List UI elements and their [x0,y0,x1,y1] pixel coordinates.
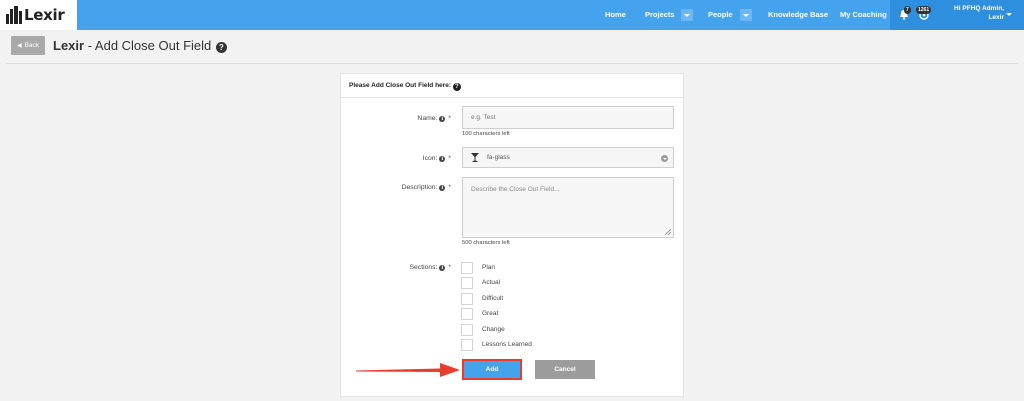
icon-label-text: Icon: [422,155,438,162]
nav-my-coaching[interactable]: My Coaching [840,0,887,30]
back-button-label: Back [24,42,40,49]
top-navbar: Lexir Home Projects People Knowledge Bas… [0,0,1024,30]
nav-home[interactable]: Home [605,0,626,30]
section-checkbox[interactable] [461,339,473,351]
highlight-arrow-icon [356,363,460,377]
name-label-text: Name: [417,115,438,122]
user-nav-area: 7 1261 Hi PFHQ Admin, Lexir [890,0,1024,30]
logo-text: Lexir [24,6,65,24]
name-info-icon[interactable]: i [439,116,446,122]
description-placeholder: Describe the Close Out Field... [471,186,560,193]
section-option-label: Great [482,310,499,317]
user-greeting: Hi PFHQ Admin, [954,5,1004,12]
description-textarea[interactable]: Describe the Close Out Field... [462,177,674,238]
cancel-button[interactable]: Cancel [535,360,595,379]
user-menu-caret-icon[interactable] [1006,13,1012,16]
user-menu[interactable]: Hi PFHQ Admin, Lexir [954,4,1004,22]
section-checkbox[interactable] [461,277,473,289]
panel-help-icon[interactable]: ? [452,83,461,91]
chevron-left-icon: ◀ [16,43,22,49]
page-title-text: - Add Close Out Field [84,38,212,53]
messages-badge: 1261 [916,6,932,14]
section-checkbox[interactable] [461,262,473,274]
chevron-down-icon [661,155,668,162]
description-info-icon[interactable]: i [439,185,446,191]
resize-grip-icon[interactable] [665,229,671,235]
sections-label: Sections: i * [341,264,451,271]
add-button[interactable]: Add [462,359,522,380]
page-title: Lexir - Add Close Out Field ? [53,36,227,55]
description-label: Description: i * [341,184,451,191]
alerts-badge: 7 [904,6,911,14]
name-required-mark: * [448,115,451,122]
name-input[interactable] [462,106,674,129]
back-button[interactable]: ◀ Back [11,36,45,55]
description-required-mark: * [448,184,451,191]
logo[interactable]: Lexir [0,0,77,30]
section-checkbox[interactable] [461,324,473,336]
nav-knowledge-base[interactable]: Knowledge Base [768,0,828,30]
icon-select[interactable]: fa-glass [462,147,674,168]
panel-header: Please Add Close Out Field here: ? [341,74,683,98]
section-option-label: Change [482,326,505,333]
nav-people[interactable]: People [708,0,733,30]
icon-info-icon[interactable]: i [439,156,446,162]
icon-label: Icon: i * [341,155,451,162]
sections-info-icon[interactable]: i [439,265,446,271]
user-org: Lexir [988,14,1004,21]
header-divider [6,63,1018,64]
logo-building-icon [6,6,23,24]
section-option-label: Actual [482,279,501,286]
people-dropdown-caret-icon[interactable] [740,9,752,21]
section-option-label: Difficult [482,295,504,302]
name-char-count: 100 characters left [462,131,510,137]
description-char-count: 500 characters left [462,240,510,246]
section-option-label: Plan [482,264,496,271]
nav-projects[interactable]: Projects [645,0,675,30]
section-checkbox[interactable] [461,308,473,320]
section-option-label: Lessons Learned [482,341,532,348]
page-title-brand: Lexir [53,38,85,53]
icon-required-mark: * [448,155,451,162]
section-checkbox[interactable] [461,293,473,305]
description-label-text: Description: [401,184,438,191]
icon-select-value: fa-glass [487,154,510,161]
glass-icon [471,153,479,162]
add-close-out-field-panel: Please Add Close Out Field here: ? Name:… [340,73,684,397]
sections-label-text: Sections: [409,264,438,271]
projects-dropdown-caret-icon[interactable] [681,9,693,21]
name-label: Name: i * [341,115,451,122]
sections-required-mark: * [448,264,451,271]
panel-title: Please Add Close Out Field here: [349,82,451,89]
help-icon[interactable]: ? [215,42,227,53]
